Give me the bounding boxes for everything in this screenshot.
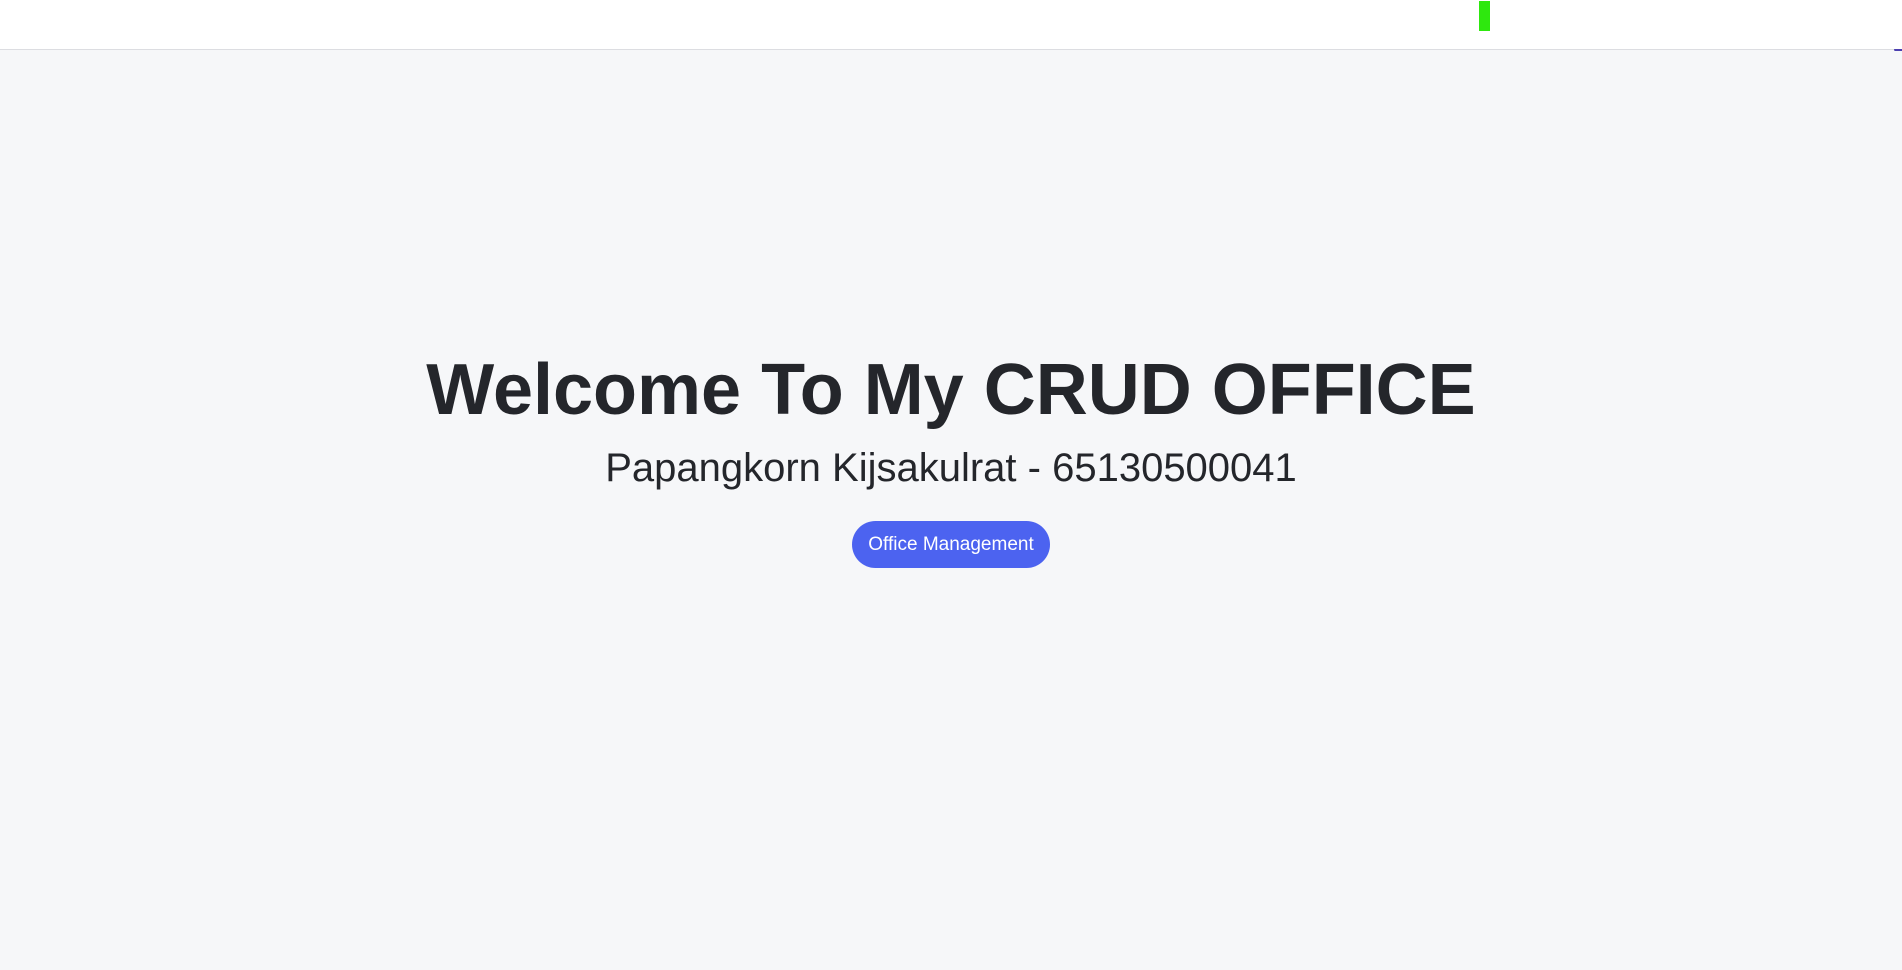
page-title: Welcome To My CRUD OFFICE	[426, 350, 1476, 430]
green-status-marker	[1479, 1, 1490, 31]
hero-section: Welcome To My CRUD OFFICE Papangkorn Kij…	[0, 345, 1902, 568]
top-navigation-bar	[0, 0, 1902, 53]
author-subtitle: Papangkorn Kijsakulrat - 65130500041	[605, 446, 1297, 490]
office-management-button[interactable]: Office Management	[852, 521, 1050, 568]
